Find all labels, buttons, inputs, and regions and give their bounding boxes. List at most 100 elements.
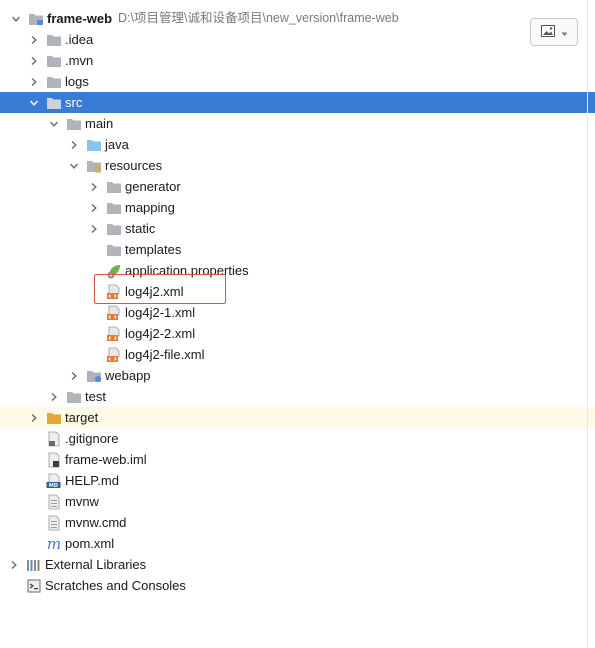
tree-row-iml[interactable]: frame-web.iml (0, 449, 595, 470)
xml-file-icon (106, 284, 122, 300)
svg-text:MD: MD (49, 483, 58, 489)
tree-row-templates[interactable]: templates (0, 239, 595, 260)
source-folder-icon (86, 137, 102, 153)
file-label: mvnw (65, 494, 99, 509)
chevron-right-icon[interactable] (88, 218, 100, 239)
project-folder-icon (28, 11, 44, 27)
file-label: HELP.md (65, 473, 119, 488)
tree-row-scratches[interactable]: Scratches and Consoles (0, 575, 595, 596)
folder-label: java (105, 137, 129, 152)
chevron-right-icon[interactable] (28, 50, 40, 71)
project-tree: frame-web D:\项目管理\诚和设备项目\new_version\fra… (0, 8, 595, 596)
project-name: frame-web (47, 11, 113, 26)
folder-label: logs (65, 74, 89, 89)
chevron-down-icon[interactable] (10, 8, 22, 29)
chevron-right-icon[interactable] (28, 407, 40, 428)
chevron-right-icon[interactable] (48, 386, 60, 407)
svg-text:m: m (47, 536, 61, 552)
tree-row-log4j2-file-xml[interactable]: log4j2-file.xml (0, 344, 595, 365)
chevron-right-icon[interactable] (88, 176, 100, 197)
chevron-right-icon[interactable] (68, 134, 80, 155)
tree-row-src[interactable]: src (0, 92, 595, 113)
image-icon (540, 24, 555, 40)
tree-row-external-libraries[interactable]: External Libraries (0, 554, 595, 575)
tree-row-mvnw-cmd[interactable]: mvnw.cmd (0, 512, 595, 533)
tree-row-generator[interactable]: generator (0, 176, 595, 197)
chevron-down-icon[interactable] (48, 113, 60, 134)
tree-row-idea[interactable]: .idea (0, 29, 595, 50)
tree-row-static[interactable]: static (0, 218, 595, 239)
file-label: log4j2-file.xml (125, 347, 205, 362)
file-label: log4j2-2.xml (125, 326, 196, 341)
markdown-icon: MD (46, 473, 62, 489)
tree-row-test[interactable]: test (0, 386, 595, 407)
xml-file-icon (106, 305, 122, 321)
project-path: D:\项目管理\诚和设备项目\new_version\frame-web (118, 11, 399, 25)
resources-folder-icon (86, 158, 102, 174)
text-file-icon (46, 515, 62, 531)
file-label: mvnw.cmd (65, 515, 127, 530)
scratches-label: Scratches and Consoles (45, 578, 186, 593)
folder-icon (66, 389, 82, 405)
file-label: log4j2.xml (125, 284, 184, 299)
tree-row-log4j2-xml[interactable]: log4j2.xml (0, 281, 595, 302)
tree-row-pom-xml[interactable]: m pom.xml (0, 533, 595, 554)
tree-row-gitignore[interactable]: .gitignore (0, 428, 595, 449)
chevron-right-icon[interactable] (88, 197, 100, 218)
tree-row-main[interactable]: main (0, 113, 595, 134)
tree-row-webapp[interactable]: webapp (0, 365, 595, 386)
folder-label: generator (125, 179, 181, 194)
text-file-icon (46, 494, 62, 510)
file-label: application.properties (125, 263, 249, 278)
file-label: .gitignore (65, 431, 119, 446)
text-file-icon (46, 431, 62, 447)
folder-label: webapp (105, 368, 151, 383)
chevron-down-icon (561, 25, 568, 40)
tree-row-application-properties[interactable]: application.properties (0, 260, 595, 281)
tree-row-mapping[interactable]: mapping (0, 197, 595, 218)
maven-icon: m (46, 536, 62, 552)
folder-icon (106, 221, 122, 237)
folder-label: .mvn (65, 53, 94, 68)
tree-row-mvnw[interactable]: mvnw (0, 491, 595, 512)
folder-icon (106, 242, 122, 258)
folder-label: target (65, 410, 99, 425)
scratches-icon (26, 578, 42, 594)
file-label: log4j2-1.xml (125, 305, 196, 320)
web-folder-icon (86, 368, 102, 384)
spring-properties-icon (106, 263, 122, 279)
xml-file-icon (106, 347, 122, 363)
tree-row-resources[interactable]: resources (0, 155, 595, 176)
tree-row-logs[interactable]: logs (0, 71, 595, 92)
xml-file-icon (106, 326, 122, 342)
tree-row-frame-web[interactable]: frame-web D:\项目管理\诚和设备项目\new_version\fra… (0, 8, 595, 29)
chevron-right-icon[interactable] (68, 365, 80, 386)
folder-label: resources (105, 158, 163, 173)
folder-icon (66, 116, 82, 132)
chevron-right-icon[interactable] (8, 554, 20, 575)
folder-icon (46, 53, 62, 69)
folder-icon (106, 179, 122, 195)
folder-label: static (125, 221, 156, 236)
tree-row-target[interactable]: target (0, 407, 595, 428)
excluded-folder-icon (46, 410, 62, 426)
library-icon (26, 557, 42, 573)
scroll-edge (587, 0, 588, 648)
tree-row-log4j2-1-xml[interactable]: log4j2-1.xml (0, 302, 595, 323)
folder-label: test (85, 389, 106, 404)
folder-label: src (65, 95, 83, 110)
image-menu-button[interactable] (530, 18, 578, 46)
folder-icon (46, 32, 62, 48)
folder-icon (106, 200, 122, 216)
chevron-right-icon[interactable] (28, 71, 40, 92)
module-file-icon (46, 452, 62, 468)
tree-row-help-md[interactable]: MD HELP.md (0, 470, 595, 491)
tree-row-java[interactable]: java (0, 134, 595, 155)
folder-label: mapping (125, 200, 175, 215)
chevron-down-icon[interactable] (28, 92, 40, 113)
tree-row-log4j2-2-xml[interactable]: log4j2-2.xml (0, 323, 595, 344)
chevron-right-icon[interactable] (28, 29, 40, 50)
file-label: pom.xml (65, 536, 115, 551)
tree-row-mvn[interactable]: .mvn (0, 50, 595, 71)
chevron-down-icon[interactable] (68, 155, 80, 176)
